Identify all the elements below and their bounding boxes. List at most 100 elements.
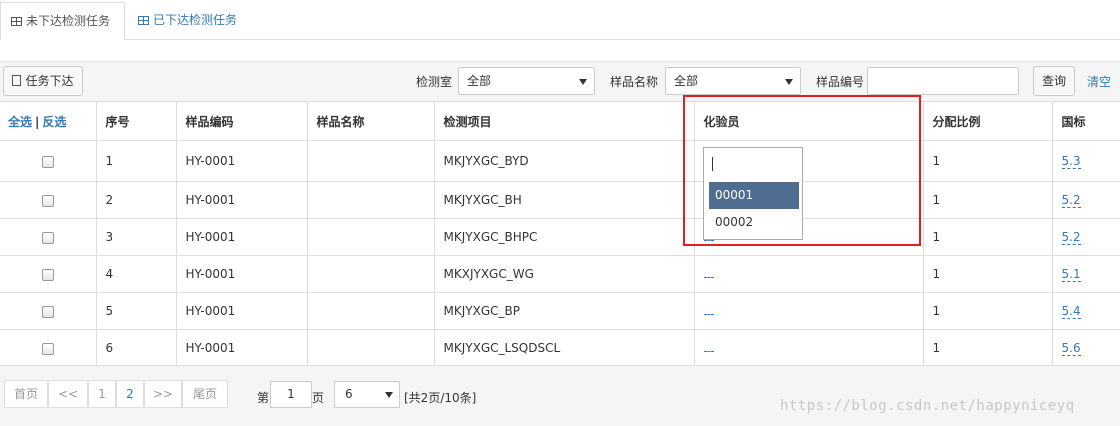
standard-link[interactable]: 5.4 <box>1061 304 1081 319</box>
column-header-sample-code: 样品编码 <box>175 101 308 141</box>
page-summary: [共2页/10条] <box>404 391 477 405</box>
assign-task-button[interactable]: 任务下达 <box>3 66 83 96</box>
column-header-no: 序号 <box>95 101 177 141</box>
clear-link[interactable]: 清空 <box>1087 73 1111 90</box>
row-checkbox-cell <box>0 292 97 330</box>
cell-sample-code: HY-0001 <box>175 140 308 182</box>
analyst-option[interactable]: 00002 <box>709 209 799 236</box>
invert-selection-link[interactable]: 反选 <box>42 115 66 129</box>
tab-issued-label: 已下达检测任务 <box>153 13 238 27</box>
task-table: 全选 | 反选 序号 样品编码 样品名称 检测项目 化验员 分配比例 国标 1 HY… <box>0 101 1120 367</box>
cell-analyst[interactable] <box>693 255 924 293</box>
page-size-value: 6 <box>345 387 353 401</box>
standard-link[interactable]: 5.2 <box>1061 193 1081 208</box>
cell-no: 4 <box>95 255 177 293</box>
analyst-edit-link[interactable] <box>703 277 714 278</box>
first-page-button[interactable]: 首页 <box>4 380 48 408</box>
analyst-edit-link[interactable] <box>703 240 714 241</box>
text-cursor <box>712 157 713 171</box>
cell-test-item: MKXJYXGC_WG <box>433 255 695 293</box>
row-checkbox-cell <box>0 255 97 293</box>
cell-analyst[interactable] <box>693 292 924 330</box>
chevron-down-icon <box>385 392 393 398</box>
analyst-option[interactable]: 00001 <box>709 182 799 209</box>
table-icon <box>138 16 149 25</box>
column-header-standard: 国标 <box>1051 101 1120 141</box>
cell-ratio: 1 <box>922 140 1053 182</box>
document-icon <box>12 75 22 86</box>
row-checkbox[interactable] <box>41 155 54 168</box>
cell-no: 1 <box>95 140 177 182</box>
page-button[interactable]: 1 <box>88 380 116 408</box>
lab-select-value: 全部 <box>467 74 492 88</box>
lab-label: 检测室 <box>416 75 453 89</box>
row-checkbox[interactable] <box>41 231 54 244</box>
standard-link[interactable]: 5.3 <box>1061 154 1081 169</box>
cell-no: 2 <box>95 181 177 219</box>
row-checkbox-cell <box>0 140 97 182</box>
tab-bar: 未下达检测任务 已下达检测任务 <box>0 0 1120 40</box>
analyst-search-input[interactable] <box>706 151 800 177</box>
assign-task-label: 任务下达 <box>25 74 74 88</box>
filter-toolbar: 任务下达 检测室 全部 样品名称 全部 样品编号 查询 清空 <box>0 61 1120 101</box>
chevron-down-icon <box>579 79 587 85</box>
sample-code-input[interactable] <box>867 67 1019 95</box>
table-header-row: 全选 | 反选 序号 样品编码 样品名称 检测项目 化验员 分配比例 国标 <box>0 101 1120 141</box>
cell-sample-name <box>306 140 435 182</box>
analyst-edit-link[interactable] <box>703 314 714 315</box>
query-button[interactable]: 查询 <box>1033 66 1075 96</box>
analyst-edit-link[interactable] <box>703 351 714 352</box>
page-size-select[interactable]: 6 <box>334 381 400 408</box>
tab-issued-tasks[interactable]: 已下达检测任务 <box>128 2 247 40</box>
column-header-sample-name: 样品名称 <box>306 101 435 141</box>
sample-code-label: 样品编号 <box>816 75 865 89</box>
select-separator: | <box>35 114 40 129</box>
row-checkbox[interactable] <box>41 305 54 318</box>
standard-link[interactable]: 5.1 <box>1061 267 1081 282</box>
select-header: 全选 | 反选 <box>0 101 97 141</box>
cell-no: 5 <box>95 292 177 330</box>
cell-sample-code: HY-0001 <box>175 255 308 293</box>
cell-ratio: 1 <box>922 329 1053 367</box>
cell-test-item: MKJYXGC_LSQDSCL <box>433 329 695 367</box>
cell-no: 6 <box>95 329 177 367</box>
table-row: 2 HY-0001 MKJYXGC_BH 1 5.2 <box>0 181 1120 219</box>
query-label: 查询 <box>1041 74 1066 88</box>
cell-standard: 5.1 <box>1051 255 1120 293</box>
cell-sample-name <box>306 329 435 367</box>
table-row: 6 HY-0001 MKJYXGC_LSQDSCL 1 5.6 <box>0 329 1120 367</box>
table-row: 1 HY-0001 MKJYXGC_BYD 1 5.3 <box>0 140 1120 182</box>
cell-ratio: 1 <box>922 181 1053 219</box>
cell-standard: 5.3 <box>1051 140 1120 182</box>
last-page-button[interactable]: 尾页 <box>182 380 228 408</box>
cell-test-item: MKJYXGC_BP <box>433 292 695 330</box>
row-checkbox[interactable] <box>41 268 54 281</box>
sample-name-select-value: 全部 <box>674 74 699 88</box>
lab-select[interactable]: 全部 <box>458 67 595 95</box>
cell-test-item: MKJYXGC_BH <box>433 181 695 219</box>
standard-link[interactable]: 5.2 <box>1061 230 1081 245</box>
analyst-dropdown: 00001 00002 <box>703 147 803 240</box>
cell-sample-code: HY-0001 <box>175 292 308 330</box>
goto-page-input[interactable]: 1 <box>270 381 312 408</box>
page-button-current[interactable]: 2 <box>116 380 144 408</box>
next-page-button[interactable]: >> <box>144 380 182 408</box>
row-checkbox[interactable] <box>41 342 54 355</box>
row-checkbox[interactable] <box>41 194 54 207</box>
cell-standard: 5.4 <box>1051 292 1120 330</box>
cell-standard: 5.6 <box>1051 329 1120 367</box>
row-checkbox-cell <box>0 218 97 256</box>
cell-analyst[interactable] <box>693 329 924 367</box>
column-header-ratio: 分配比例 <box>922 101 1053 141</box>
tab-pending-tasks[interactable]: 未下达检测任务 <box>0 2 125 40</box>
table-row: 4 HY-0001 MKXJYXGC_WG 1 5.1 <box>0 255 1120 293</box>
tab-pending-label: 未下达检测任务 <box>26 14 111 28</box>
cell-ratio: 1 <box>922 218 1053 256</box>
cell-no: 3 <box>95 218 177 256</box>
pagination-bar: 首页 << 1 2 >> 尾页 第 1 页 6 [共2页/10条] <box>0 365 1120 426</box>
standard-link[interactable]: 5.6 <box>1061 341 1081 356</box>
sample-name-select[interactable]: 全部 <box>665 67 801 95</box>
prev-page-button[interactable]: << <box>48 380 88 408</box>
table-icon <box>11 17 22 26</box>
select-all-link[interactable]: 全选 <box>8 115 32 129</box>
